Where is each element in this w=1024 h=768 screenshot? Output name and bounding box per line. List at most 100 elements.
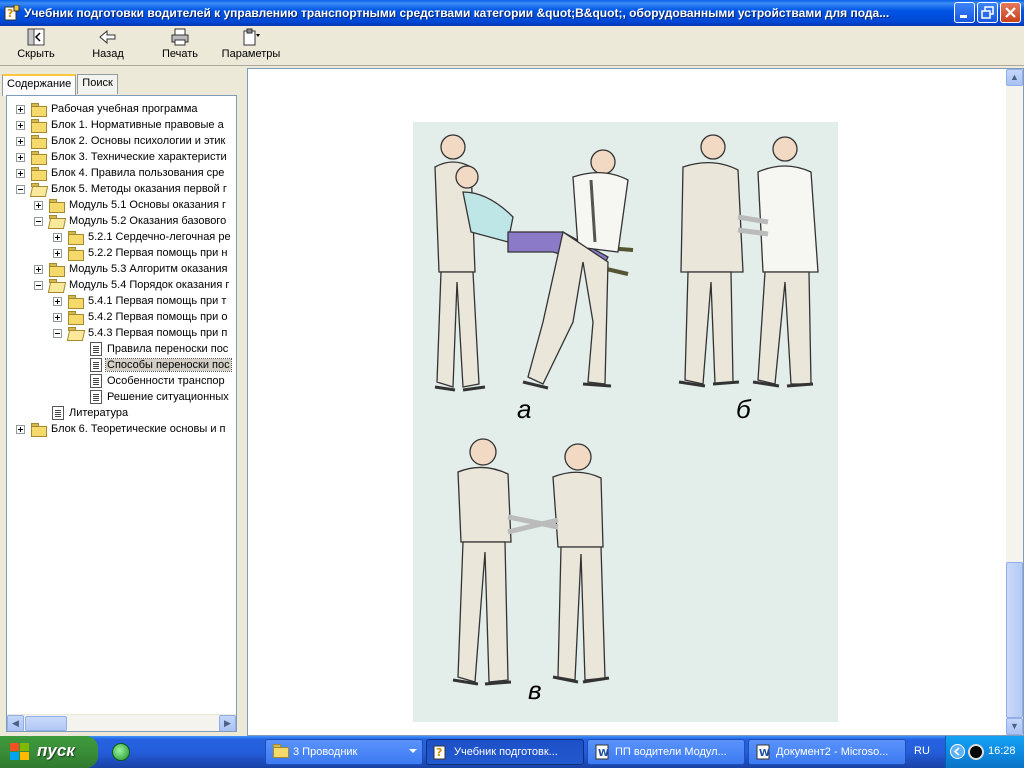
tray-expand-icon[interactable] bbox=[950, 744, 965, 759]
restore-button[interactable] bbox=[977, 2, 998, 23]
task-explorer[interactable]: 3 Проводник bbox=[265, 739, 423, 765]
tree-item[interactable]: Блок 4. Правила пользования сре bbox=[16, 165, 225, 181]
expand-icon[interactable] bbox=[34, 200, 43, 210]
back-label: Назад bbox=[92, 48, 124, 60]
expand-icon[interactable] bbox=[53, 248, 62, 258]
chevron-down-icon bbox=[409, 749, 417, 753]
printer-icon bbox=[170, 28, 190, 46]
tree-item[interactable]: Блок 2. Основы психологии и этик bbox=[16, 133, 226, 149]
folder-icon bbox=[30, 166, 47, 181]
scroll-down-button[interactable]: ▼ bbox=[1006, 718, 1023, 735]
quick-launch-icon[interactable] bbox=[112, 743, 130, 761]
svg-text:W: W bbox=[598, 748, 609, 759]
expand-icon[interactable] bbox=[34, 264, 43, 274]
close-button[interactable] bbox=[1000, 2, 1021, 23]
windows-flag-icon bbox=[10, 743, 30, 761]
folder-icon bbox=[48, 198, 65, 213]
tree-item[interactable]: Блок 3. Технические характеристи bbox=[16, 149, 228, 165]
scroll-up-button[interactable]: ▲ bbox=[1006, 69, 1023, 86]
tree-item[interactable]: 5.4.3 Первая помощь при п bbox=[53, 325, 228, 341]
scroll-right-button[interactable]: ▶ bbox=[219, 715, 236, 731]
task-word-doc2[interactable]: W Документ2 - Microso... bbox=[748, 739, 906, 765]
vertical-scrollbar[interactable]: ▲ ▼ bbox=[1006, 69, 1023, 735]
start-button[interactable]: пуск bbox=[0, 736, 98, 768]
collapse-icon[interactable] bbox=[34, 216, 43, 226]
task-word-pp[interactable]: W ПП водители Модул... bbox=[587, 739, 745, 765]
taskbar: пуск 3 Проводник ? Учебник подготовк... … bbox=[0, 736, 1024, 768]
options-icon bbox=[241, 28, 261, 46]
figure-c-drawing bbox=[452, 438, 610, 686]
horizontal-scrollbar[interactable]: ◀ ▶ bbox=[7, 714, 236, 731]
minimize-button[interactable] bbox=[954, 2, 975, 23]
page-icon bbox=[90, 390, 102, 404]
media-player-tray-icon[interactable] bbox=[968, 744, 984, 760]
tree-item[interactable]: 5.2.1 Сердечно-легочная ре bbox=[53, 229, 232, 245]
tree-item-selected[interactable]: Способы переноски пос bbox=[88, 357, 232, 373]
open-folder-icon bbox=[30, 182, 46, 196]
contents-tree-box: Рабочая учебная программа Блок 1. Нормат… bbox=[6, 95, 237, 732]
tree-item[interactable]: Решение ситуационных bbox=[88, 389, 230, 405]
expand-icon[interactable] bbox=[53, 296, 62, 306]
expand-icon[interactable] bbox=[16, 120, 25, 130]
print-label: Печать bbox=[161, 48, 199, 60]
task-label: 3 Проводник bbox=[293, 746, 358, 758]
task-help-textbook[interactable]: ? Учебник подготовк... bbox=[426, 739, 584, 765]
expand-icon[interactable] bbox=[16, 104, 25, 114]
expand-icon[interactable] bbox=[53, 232, 62, 242]
system-tray: 16:28 bbox=[945, 736, 1024, 768]
start-label: пуск bbox=[37, 741, 75, 760]
expand-icon[interactable] bbox=[16, 152, 25, 162]
tab-contents[interactable]: Содержание bbox=[2, 74, 77, 96]
open-folder-icon bbox=[48, 214, 64, 228]
tree-item[interactable]: 5.2.2 Первая помощь при н bbox=[53, 245, 228, 261]
tree-item[interactable]: Блок 1. Нормативные правовые а bbox=[16, 117, 225, 133]
tree-item[interactable]: Блок 5. Методы оказания первой г bbox=[16, 181, 228, 197]
expand-icon[interactable] bbox=[16, 168, 25, 178]
hide-label: Скрыть bbox=[17, 48, 55, 60]
tree-item[interactable]: Блок 6. Теоретические основы и п bbox=[16, 421, 227, 437]
folder-icon bbox=[30, 150, 47, 165]
expand-icon[interactable] bbox=[53, 312, 62, 322]
tree-item[interactable]: Особенности транспор bbox=[88, 373, 226, 389]
hide-pane-icon bbox=[26, 28, 46, 46]
folder-icon bbox=[67, 246, 84, 261]
navigation-pane: Содержание Поиск Рабочая учебная програм… bbox=[0, 68, 242, 736]
illustration-carrying-methods: а б в bbox=[413, 122, 838, 722]
tree-item[interactable]: Литература bbox=[50, 405, 129, 421]
expand-icon[interactable] bbox=[16, 136, 25, 146]
open-folder-icon bbox=[67, 326, 83, 340]
tree-item[interactable]: Правила переноски пос bbox=[88, 341, 229, 357]
expand-icon[interactable] bbox=[16, 424, 25, 434]
folder-icon bbox=[30, 118, 47, 133]
tree-item[interactable]: 5.4.2 Первая помощь при о bbox=[53, 309, 229, 325]
tree-item[interactable]: Модуль 5.4 Порядок оказания г bbox=[34, 277, 230, 293]
scroll-left-button[interactable]: ◀ bbox=[7, 715, 24, 731]
help-file-icon: ? bbox=[4, 4, 20, 21]
page-icon bbox=[90, 374, 102, 388]
horizontal-scroll-thumb[interactable] bbox=[25, 716, 67, 731]
tree-item[interactable]: Модуль 5.2 Оказания базового bbox=[34, 213, 227, 229]
folder-icon bbox=[48, 262, 65, 277]
collapse-icon[interactable] bbox=[34, 280, 43, 290]
language-indicator[interactable]: RU bbox=[914, 745, 930, 757]
print-button[interactable]: Печать bbox=[158, 28, 202, 64]
folder-icon bbox=[30, 422, 47, 437]
options-button[interactable]: Параметры bbox=[218, 28, 284, 64]
figure-label-c: в bbox=[528, 675, 542, 705]
back-button[interactable]: Назад bbox=[88, 28, 128, 64]
tab-search[interactable]: Поиск bbox=[77, 74, 118, 94]
page-icon bbox=[90, 342, 102, 356]
svg-text:?: ? bbox=[7, 7, 13, 20]
vertical-scroll-thumb[interactable] bbox=[1006, 562, 1023, 718]
tree-item[interactable]: Модуль 5.1 Основы оказания г bbox=[34, 197, 227, 213]
figure-a-drawing bbox=[434, 134, 634, 392]
collapse-icon[interactable] bbox=[16, 184, 25, 194]
collapse-icon[interactable] bbox=[53, 328, 62, 338]
svg-text:W: W bbox=[759, 748, 770, 759]
hide-button[interactable]: Скрыть bbox=[14, 28, 58, 64]
tree-item[interactable]: 5.4.1 Первая помощь при т bbox=[53, 293, 227, 309]
tree-item[interactable]: Рабочая учебная программа bbox=[16, 101, 199, 117]
tree-item[interactable]: Модуль 5.3 Алгоритм оказания bbox=[34, 261, 228, 277]
clock[interactable]: 16:28 bbox=[988, 745, 1016, 757]
title-bar[interactable]: ? Учебник подготовки водителей к управле… bbox=[0, 0, 1024, 26]
